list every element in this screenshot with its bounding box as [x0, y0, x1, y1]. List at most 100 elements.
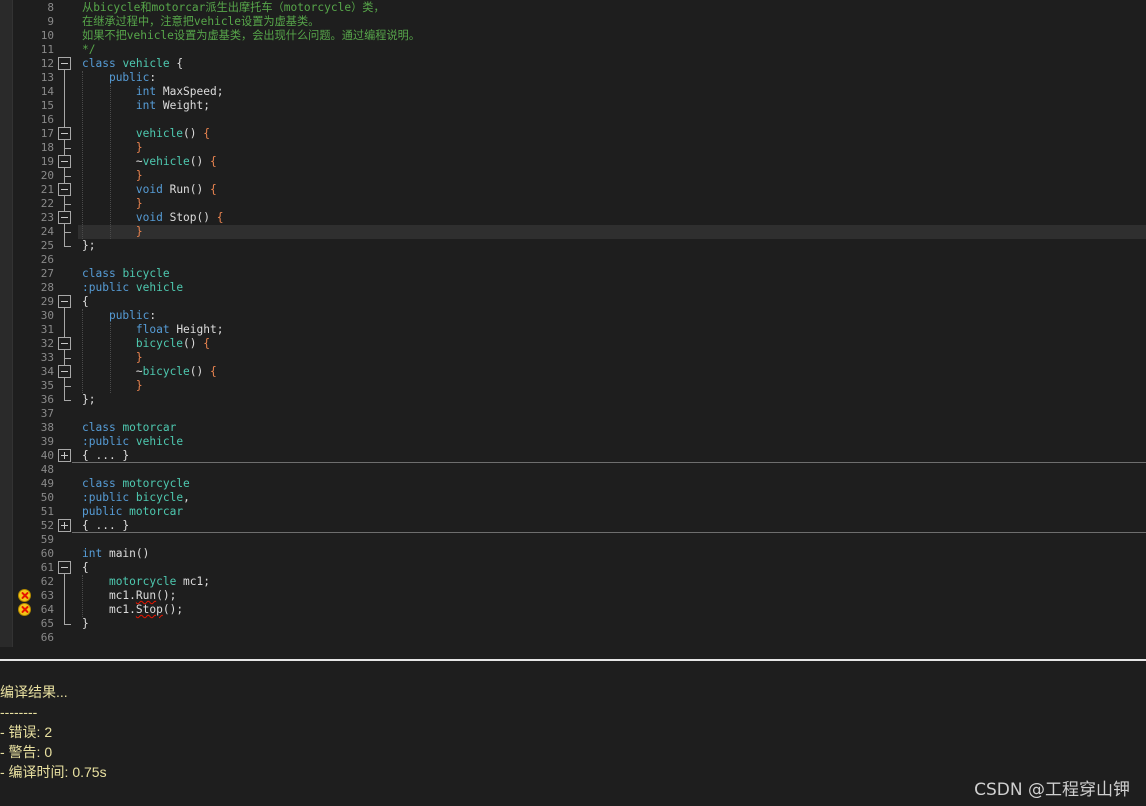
code-line[interactable]: 36};: [0, 393, 1146, 407]
code-line[interactable]: 21 void Run() {: [0, 183, 1146, 197]
line-code[interactable]: {: [82, 295, 89, 309]
code-line[interactable]: 39:public vehicle: [0, 435, 1146, 449]
line-code[interactable]: :public bicycle,: [82, 491, 190, 505]
code-line[interactable]: 18 }: [0, 141, 1146, 155]
code-line[interactable]: 10 如果不把vehicle设置为虚基类，会出现什么问题。通过编程说明。: [0, 29, 1146, 43]
error-marker-icon[interactable]: [18, 589, 31, 602]
collapse-fold-icon[interactable]: [58, 183, 71, 196]
collapse-fold-icon[interactable]: [58, 127, 71, 140]
collapse-fold-icon[interactable]: [58, 57, 71, 70]
collapse-fold-icon[interactable]: [58, 295, 71, 308]
code-line[interactable]: 28:public vehicle: [0, 281, 1146, 295]
code-line[interactable]: 8 从bicycle和motorcar派生出摩托车（motorcycle）类，: [0, 1, 1146, 15]
line-code[interactable]: public motorcar: [82, 505, 183, 519]
code-line[interactable]: 19 ~vehicle() {: [0, 155, 1146, 169]
code-line[interactable]: 61 {: [0, 561, 1146, 575]
line-code[interactable]: }: [82, 225, 143, 239]
line-code[interactable]: int main(): [82, 547, 149, 561]
line-code[interactable]: void Run() {: [82, 183, 217, 197]
code-editor[interactable]: 8 从bicycle和motorcar派生出摩托车（motorcycle）类， 9 在…: [0, 0, 1146, 647]
code-line[interactable]: 38 class motorcar: [0, 421, 1146, 435]
error-marker-icon[interactable]: [18, 603, 31, 616]
code-line[interactable]: 51 public motorcar: [0, 505, 1146, 519]
code-line[interactable]: 31 float Height;: [0, 323, 1146, 337]
line-code[interactable]: 在继承过程中，注意把vehicle设置为虚基类。: [82, 15, 319, 29]
code-line[interactable]: 33 }: [0, 351, 1146, 365]
line-code[interactable]: */: [82, 43, 95, 57]
code-line[interactable]: 59: [0, 533, 1146, 547]
code-line[interactable]: 60 int main(): [0, 547, 1146, 561]
code-line[interactable]: 34 ~bicycle() {: [0, 365, 1146, 379]
code-line[interactable]: 49 class motorcycle: [0, 477, 1146, 491]
line-code[interactable]: public:: [82, 71, 156, 85]
collapse-fold-icon[interactable]: [58, 155, 71, 168]
code-line[interactable]: 52 { ... }: [0, 519, 1146, 533]
code-line[interactable]: 30 public:: [0, 309, 1146, 323]
line-code[interactable]: };: [82, 239, 95, 253]
code-line[interactable]: 66: [0, 631, 1146, 645]
line-code[interactable]: class motorcar: [82, 421, 176, 435]
line-code[interactable]: int MaxSpeed;: [82, 85, 224, 99]
code-line[interactable]: 37: [0, 407, 1146, 421]
line-code[interactable]: public:: [82, 309, 156, 323]
code-line[interactable]: 12 class vehicle {: [0, 57, 1146, 71]
code-line[interactable]: 63 mc1.Run();: [0, 589, 1146, 603]
line-code[interactable]: mc1.Stop();: [82, 603, 183, 617]
line-code[interactable]: };: [82, 393, 95, 407]
collapse-fold-icon[interactable]: [58, 337, 71, 350]
code-line[interactable]: 26: [0, 253, 1146, 267]
panel-splitter[interactable]: [0, 659, 1146, 661]
code-line[interactable]: 62 motorcycle mc1;: [0, 575, 1146, 589]
line-code[interactable]: vehicle() {: [82, 127, 210, 141]
code-line[interactable]: 35 }: [0, 379, 1146, 393]
line-code[interactable]: :public vehicle: [82, 281, 183, 295]
line-code[interactable]: float Height;: [82, 323, 224, 337]
code-line[interactable]: 9 在继承过程中，注意把vehicle设置为虚基类。: [0, 15, 1146, 29]
line-code[interactable]: :public vehicle: [82, 435, 183, 449]
code-line[interactable]: 40 { ... }: [0, 449, 1146, 463]
line-code[interactable]: bicycle() {: [82, 337, 210, 351]
line-code[interactable]: ~bicycle() {: [82, 365, 217, 379]
code-line[interactable]: 64 mc1.Stop();: [0, 603, 1146, 617]
code-line[interactable]: 20 }: [0, 169, 1146, 183]
code-line[interactable]: 65}: [0, 617, 1146, 631]
collapse-fold-icon[interactable]: [58, 561, 71, 574]
line-code[interactable]: 如果不把vehicle设置为虚基类，会出现什么问题。通过编程说明。: [82, 29, 420, 43]
expand-fold-icon[interactable]: [58, 449, 71, 462]
code-line[interactable]: 11 */: [0, 43, 1146, 57]
line-code[interactable]: int Weight;: [82, 99, 210, 113]
collapse-fold-icon[interactable]: [58, 211, 71, 224]
line-code[interactable]: motorcycle mc1;: [82, 575, 210, 589]
code-line[interactable]: 16: [0, 113, 1146, 127]
line-code[interactable]: }: [82, 379, 143, 393]
line-code[interactable]: class motorcycle: [82, 477, 190, 491]
line-code[interactable]: {: [82, 561, 89, 575]
line-code[interactable]: void Stop() {: [82, 211, 224, 225]
line-code[interactable]: }: [82, 169, 143, 183]
line-code[interactable]: mc1.Run();: [82, 589, 176, 603]
line-code[interactable]: class vehicle {: [82, 57, 183, 71]
code-line[interactable]: 14 int MaxSpeed;: [0, 85, 1146, 99]
code-line[interactable]: 22 }: [0, 197, 1146, 211]
line-code[interactable]: class bicycle: [82, 267, 170, 281]
code-line[interactable]: 32 bicycle() {: [0, 337, 1146, 351]
code-line[interactable]: 17 vehicle() {: [0, 127, 1146, 141]
code-line[interactable]: 50:public bicycle,: [0, 491, 1146, 505]
line-code[interactable]: 从bicycle和motorcar派生出摩托车（motorcycle）类，: [82, 1, 385, 15]
code-line[interactable]: 29 {: [0, 295, 1146, 309]
code-line[interactable]: 48: [0, 463, 1146, 477]
code-line[interactable]: 27 class bicycle: [0, 267, 1146, 281]
line-code[interactable]: { ... }: [82, 519, 129, 533]
code-line[interactable]: 25};: [0, 239, 1146, 253]
collapse-fold-icon[interactable]: [58, 365, 71, 378]
line-code[interactable]: }: [82, 617, 89, 631]
line-code[interactable]: }: [82, 141, 143, 155]
code-line[interactable]: 23 void Stop() {: [0, 211, 1146, 225]
line-code[interactable]: { ... }: [82, 449, 129, 463]
code-line[interactable]: 24 }: [0, 225, 1146, 239]
code-line[interactable]: 13 public:: [0, 71, 1146, 85]
expand-fold-icon[interactable]: [58, 519, 71, 532]
line-code[interactable]: }: [82, 197, 143, 211]
line-code[interactable]: ~vehicle() {: [82, 155, 217, 169]
line-code[interactable]: }: [82, 351, 143, 365]
